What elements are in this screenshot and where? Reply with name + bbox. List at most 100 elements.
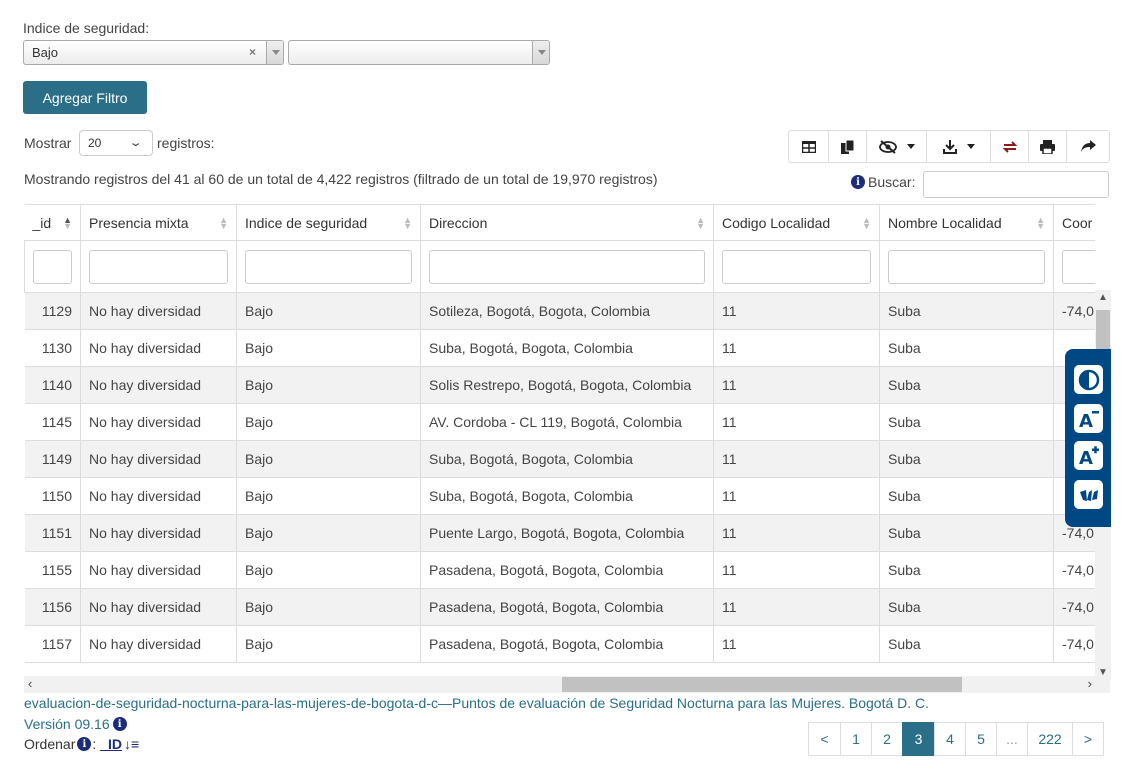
security-index-select[interactable]: Bajo × — [23, 40, 284, 65]
table-cell: Suba — [879, 514, 1054, 552]
table-cell: Sotileza, Bogotá, Bogota, Colombia — [420, 292, 714, 330]
add-filter-button[interactable]: Agregar Filtro — [23, 81, 147, 114]
column-filter-input[interactable] — [245, 249, 412, 284]
scroll-right-icon[interactable]: › — [1088, 676, 1092, 691]
table-cell: 1151 — [24, 514, 81, 552]
table-row[interactable]: 1130 No hay diversidad Bajo Suba, Bogotá, B… — [24, 329, 1095, 367]
table-cell: Suba — [879, 366, 1054, 404]
table-cell: Suba, Bogotá, Bogota, Colombia — [420, 440, 714, 478]
increase-text-icon[interactable]: A — [1074, 441, 1103, 470]
caret-down-icon — [966, 144, 975, 149]
table-row[interactable]: 1155 No hay diversidad Bajo Pasadena, Bogot… — [24, 551, 1095, 589]
info-icon[interactable]: i — [851, 175, 865, 189]
table-cell: Bajo — [236, 551, 421, 589]
table-row[interactable]: 1149 No hay diversidad Bajo Suba, Bogotá, B… — [24, 440, 1095, 478]
download-icon[interactable] — [927, 131, 991, 162]
column-header[interactable]: Codigo Localidad ▲ ▼ — [713, 204, 880, 241]
table-cell: 1149 — [24, 440, 81, 478]
column-header[interactable]: Direccion ▲ ▼ — [420, 204, 714, 241]
decrease-text-icon[interactable]: A — [1074, 404, 1103, 433]
page-button[interactable]: 222 — [1027, 722, 1073, 756]
table-cell: Suba — [879, 292, 1054, 330]
table-cell: 11 — [713, 551, 880, 589]
table-cell: No hay diversidad — [80, 329, 237, 367]
table-cell: 1145 — [24, 403, 81, 441]
share-icon[interactable] — [1067, 131, 1109, 162]
table-cell: Suba — [879, 440, 1054, 478]
table-cell: Pasadena, Bogotá, Bogota, Colombia — [420, 551, 714, 589]
sort-icon[interactable]: ▲ ▼ — [403, 216, 412, 231]
pagination-ellipsis[interactable]: ... — [996, 722, 1028, 756]
column-header[interactable]: Coor — [1053, 204, 1095, 241]
sort-icon[interactable]: ▲ ▼ — [696, 216, 705, 231]
order-field[interactable]: _ID — [100, 736, 122, 752]
sort-desc-icon[interactable]: ↓≡ — [124, 736, 139, 752]
table-cell: Suba — [879, 403, 1054, 441]
refresh-icon[interactable] — [991, 131, 1029, 162]
table-cell: 11 — [713, 366, 880, 404]
page-button[interactable]: 5 — [965, 722, 997, 756]
order-label: Ordenar — [24, 736, 76, 752]
table-row[interactable]: 1151 No hay diversidad Bajo Puente Largo, B… — [24, 514, 1095, 552]
table-row[interactable]: 1150 No hay diversidad Bajo Suba, Bogotá, B… — [24, 477, 1095, 515]
accessibility-panel: A A — [1065, 349, 1111, 527]
table-row[interactable]: 1145 No hay diversidad Bajo AV. Cordoba - C… — [24, 403, 1095, 441]
page-button[interactable]: 3 — [902, 722, 935, 756]
sort-icon[interactable]: ▲ ▼ — [219, 216, 228, 231]
table-icon[interactable] — [789, 131, 829, 162]
table-cell: 1150 — [24, 477, 81, 515]
column-filter-input[interactable] — [33, 249, 72, 284]
column-header-label: Codigo Localidad — [722, 214, 831, 231]
records-label: registros: — [157, 135, 215, 151]
contrast-icon[interactable] — [1074, 365, 1103, 394]
chevron-down-icon[interactable] — [266, 41, 283, 64]
table-cell: 11 — [713, 403, 880, 441]
dataset-link[interactable]: evaluacion-de-seguridad-nocturna-para-la… — [24, 695, 929, 711]
info-icon[interactable]: i — [112, 717, 127, 731]
table-row[interactable]: 1157 No hay diversidad Bajo Pasadena, Bogot… — [24, 625, 1095, 663]
sign-language-icon[interactable] — [1074, 480, 1103, 509]
table-row[interactable]: 1156 No hay diversidad Bajo Pasadena, Bogot… — [24, 588, 1095, 626]
table-row[interactable]: 1129 No hay diversidad Bajo Sotileza, Bogot… — [24, 292, 1095, 330]
column-header[interactable]: Indice de seguridad ▲ ▼ — [236, 204, 421, 241]
scroll-left-icon[interactable]: ‹ — [28, 676, 32, 691]
column-filter-input[interactable] — [1062, 249, 1095, 284]
table-cell: No hay diversidad — [80, 440, 237, 478]
column-header[interactable]: _id ▲ ▼ — [24, 204, 81, 241]
secondary-filter-select[interactable] — [288, 40, 550, 65]
table-cell: No hay diversidad — [80, 292, 237, 330]
print-icon[interactable] — [1029, 131, 1067, 162]
version-label: Versión 09.16 — [24, 716, 110, 732]
clear-selection-icon[interactable]: × — [249, 45, 256, 59]
column-filter-input[interactable] — [429, 249, 705, 284]
sort-icon[interactable]: ▲ ▼ — [63, 216, 72, 231]
column-header[interactable]: Nombre Localidad ▲ ▼ — [879, 204, 1054, 241]
chevron-down-icon[interactable] — [532, 41, 549, 64]
table-cell: 11 — [713, 514, 880, 552]
page-button[interactable]: 1 — [840, 722, 872, 756]
scroll-up-icon[interactable]: ▲ — [1098, 292, 1108, 303]
horizontal-scrollbar[interactable]: ‹ › — [24, 676, 1110, 693]
column-header[interactable]: Presencia mixta ▲ ▼ — [80, 204, 237, 241]
page-button[interactable]: 2 — [871, 722, 903, 756]
sort-icon[interactable]: ▲ ▼ — [862, 216, 871, 231]
page-button[interactable]: 4 — [934, 722, 966, 756]
prev-page-button[interactable]: < — [808, 722, 841, 756]
sort-icon[interactable]: ▲ ▼ — [1036, 216, 1045, 231]
column-filter-input[interactable] — [89, 249, 228, 284]
page-length-select[interactable]: 20 ⌄ — [79, 130, 153, 156]
search-input[interactable] — [923, 171, 1109, 198]
table-cell: Bajo — [236, 329, 421, 367]
column-filter-input[interactable] — [888, 249, 1045, 284]
pagination: <1 2 3 4 5... 222 > — [808, 722, 1104, 756]
info-icon[interactable]: i — [77, 737, 92, 751]
next-page-button[interactable]: > — [1072, 722, 1104, 756]
column-filter-input[interactable] — [722, 249, 871, 284]
horizontal-scroll-thumb[interactable] — [562, 677, 962, 692]
column-visibility-icon[interactable] — [867, 131, 927, 162]
column-header-label: Direccion — [429, 214, 488, 231]
chevron-down-icon: ⌄ — [128, 137, 143, 149]
table-row[interactable]: 1140 No hay diversidad Bajo Solis Restrepo,… — [24, 366, 1095, 404]
copy-icon[interactable] — [829, 131, 867, 162]
caret-down-icon — [906, 144, 915, 149]
